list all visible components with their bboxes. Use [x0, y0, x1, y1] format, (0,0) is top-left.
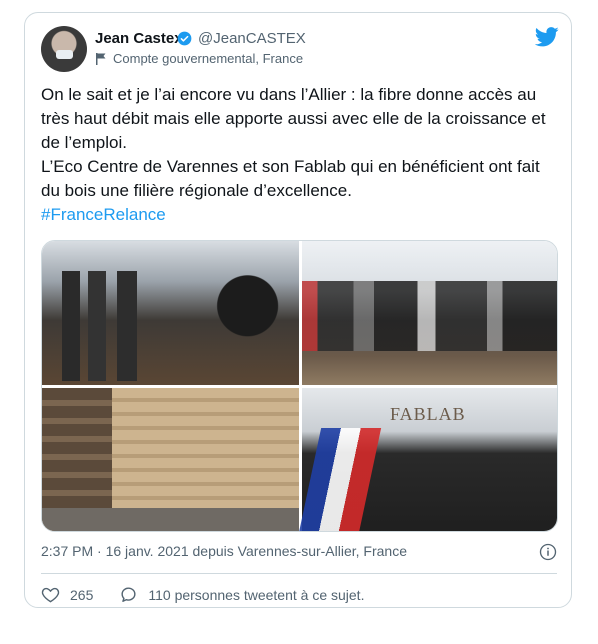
info-icon[interactable] [539, 543, 557, 561]
photo-pellet-bags[interactable] [42, 388, 299, 531]
photo-model-presentation[interactable] [302, 241, 557, 385]
tweet-timestamp[interactable]: 2:37 PM · 16 janv. 2021 depuis Varennes-… [41, 543, 407, 559]
conversation-button[interactable]: 110 personnes tweetent à ce sujet. [119, 585, 364, 604]
author-handle[interactable]: @JeanCASTEX [198, 30, 306, 47]
government-label: Compte gouvernemental, France [95, 51, 303, 66]
tweet-actions: 265 110 personnes tweetent à ce sujet. [41, 585, 364, 604]
divider [41, 573, 557, 574]
reply-bubble-icon [121, 587, 136, 602]
government-label-text: Compte gouvernemental, France [113, 51, 304, 66]
photo-fablab-entrance[interactable]: FABLAB [302, 388, 557, 531]
like-button[interactable]: 265 [41, 585, 119, 604]
tweet-paragraph-2: L’Eco Centre de Varennes et son Fablab q… [41, 157, 540, 200]
author-name[interactable]: Jean Castex [95, 30, 183, 47]
photo-warehouse-visit[interactable] [42, 241, 299, 385]
tweet-card[interactable]: Jean Castex @JeanCASTEX Compte gouvernem… [24, 12, 572, 608]
verified-icon [177, 31, 192, 46]
like-count: 265 [70, 586, 94, 603]
tweet-paragraph-1: On le sait et je l’ai encore vu dans l’A… [41, 85, 546, 152]
avatar[interactable] [41, 26, 87, 72]
tweet-text: On le sait et je l’ai encore vu dans l’A… [41, 83, 557, 227]
conversation-text: 110 personnes tweetent à ce sujet. [148, 586, 365, 603]
government-flag-icon [96, 53, 106, 65]
fablab-sign: FABLAB [390, 404, 466, 424]
hashtag-link[interactable]: #FranceRelance [41, 205, 166, 224]
twitter-bird-icon[interactable] [535, 27, 559, 47]
heart-icon [41, 587, 60, 603]
media-grid: FABLAB [41, 240, 558, 532]
